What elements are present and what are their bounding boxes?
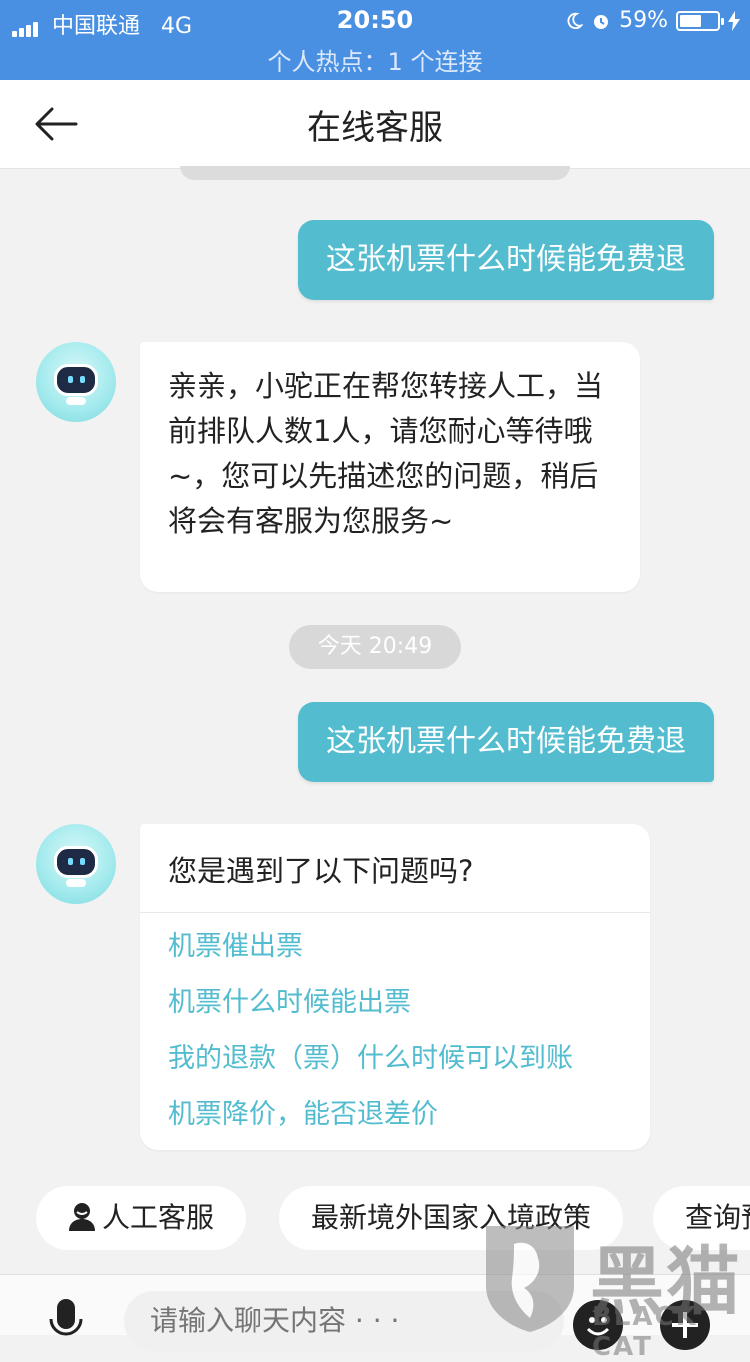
microphone-icon[interactable] [48,1299,84,1339]
page-title: 在线客服 [307,108,443,148]
faq-link[interactable]: 我的退款（票）什么时候可以到账 [168,1031,622,1087]
outgoing-message[interactable]: 这张机票什么时候能免费退 [298,702,714,782]
battery-icon [676,10,724,31]
incoming-message-text: 亲亲，小驼正在帮您转接人工，当前排队人数1人，请您耐心等待哦~，您可以先描述您的… [168,369,604,538]
moon-icon [567,12,584,29]
alarm-icon [594,14,609,29]
faq-link[interactable]: 机票什么时候能出票 [168,975,622,1031]
hotspot-banner[interactable]: 个人热点：1 个连接 [0,42,750,77]
faq-card: 您是遇到了以下问题吗? 机票催出票 机票什么时候能出票 我的退款（票）什么时候可… [140,824,650,1150]
outgoing-message[interactable]: 这张机票什么时候能免费退 [298,220,714,300]
human-agent-chip-label: 人工客服 [102,1201,215,1234]
bot-avatar[interactable] [36,342,116,422]
battery-percent: 59% [619,8,668,33]
navigation-bar: 在线客服 [0,80,750,169]
charging-icon [728,10,740,31]
incoming-message[interactable]: 亲亲，小驼正在帮您转接人工，当前排队人数1人，请您耐心等待哦~，您可以先描述您的… [140,342,640,592]
faq-link[interactable]: 机票降价，能否退差价 [168,1087,622,1143]
blackcat-watermark: 黑猫 BLACK CAT [480,1222,750,1362]
previous-timestamp-pill [180,166,570,180]
human-agent-chip[interactable]: 人工客服 [36,1186,247,1250]
faq-card-title: 您是遇到了以下问题吗? [140,824,650,913]
bot-avatar[interactable] [36,824,116,904]
timestamp-pill: 今天 20:49 [289,625,461,669]
watermark-sub: BLACK CAT [592,1302,698,1362]
person-icon [69,1203,95,1231]
faq-link[interactable]: 机票催出票 [168,919,622,975]
status-bar: 中国联通 4G 20:50 59% 个人热点：1 个连接 [0,0,750,80]
cat-shield-icon [486,1226,574,1332]
